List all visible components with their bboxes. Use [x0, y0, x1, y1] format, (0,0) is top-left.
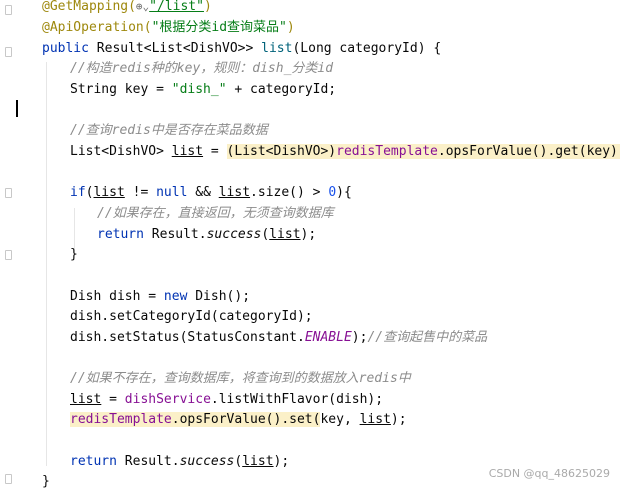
globe-icon: ⊕⌄ — [135, 0, 150, 13]
code-line-7: //查询redis中是否存在菜品数据 — [70, 123, 268, 138]
code-line-11: //如果存在，直接返回，无须查询数据库 — [97, 206, 334, 221]
watermark: CSDN @qq_48625029 — [488, 467, 610, 480]
code-line-1: @GetMapping(⊕⌄"/list") — [42, 0, 212, 14]
code-line-5: String key = "dish_" + categoryId; — [70, 82, 337, 97]
indent-guide — [46, 62, 47, 466]
text-cursor — [16, 100, 18, 117]
code-line-19: //如果不存在，查询数据库，将查询到的数据放入redis中 — [70, 371, 411, 386]
code-line-4: //构造redis种的key，规则：dish_分类id — [70, 61, 334, 76]
fold-marker-icon[interactable] — [5, 5, 12, 15]
code-line-13: } — [70, 247, 78, 262]
code-line-10: if(list != null && list.size() > 0){ — [70, 185, 352, 200]
endpoint-link[interactable]: "/list" — [149, 0, 204, 14]
fold-marker-icon[interactable] — [5, 250, 12, 260]
code-line-21: redisTemplate.opsForValue().set(key, lis… — [70, 412, 407, 427]
code-line-3: public Result<List<DishVO>> list(Long ca… — [42, 41, 442, 56]
fold-marker-icon[interactable] — [5, 474, 12, 484]
code-line-20: list = dishService.listWithFlavor(dish); — [70, 392, 384, 407]
fold-marker-icon[interactable] — [5, 47, 12, 57]
code-line-12: return Result.success(list); — [97, 227, 317, 242]
code-line-15: Dish dish = new Dish(); — [70, 289, 251, 304]
fold-marker-icon[interactable] — [5, 188, 12, 198]
code-line-16: dish.setCategoryId(categoryId); — [70, 309, 313, 324]
code-line-2: @ApiOperation("根据分类id查询菜品") — [42, 20, 295, 35]
editor-gutter — [0, 0, 38, 486]
code-line-17: dish.setStatus(StatusConstant.ENABLE);//… — [70, 330, 488, 345]
code-line-8: List<DishVO> list = (List<DishVO>)redisT… — [70, 141, 620, 162]
